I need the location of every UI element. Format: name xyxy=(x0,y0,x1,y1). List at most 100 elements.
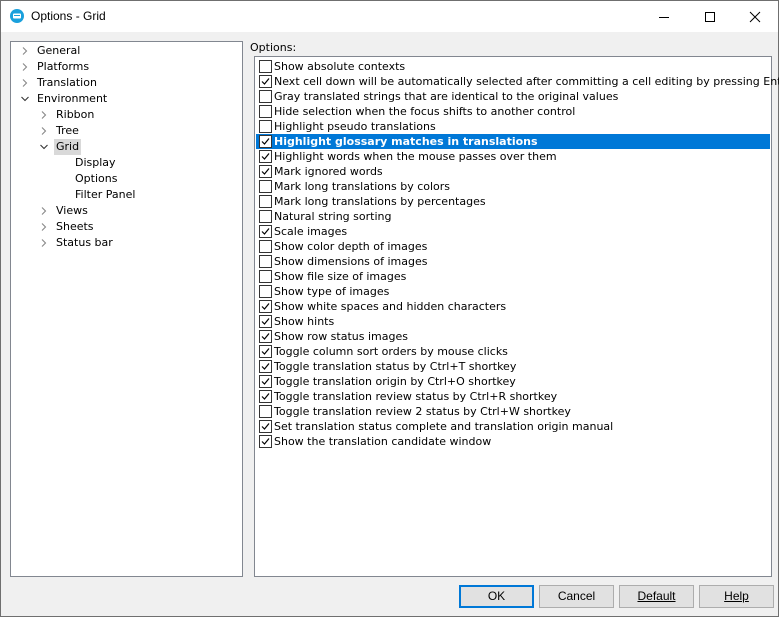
checkbox-checked[interactable] xyxy=(259,375,272,388)
option-row[interactable]: Show white spaces and hidden characters xyxy=(256,299,770,314)
help-button-label: Help xyxy=(724,589,749,603)
chevron-right-icon[interactable] xyxy=(40,223,48,231)
option-row[interactable]: Set translation status complete and tran… xyxy=(256,419,770,434)
checkbox-checked[interactable] xyxy=(259,390,272,403)
checkbox-unchecked[interactable] xyxy=(259,180,272,193)
checkbox-unchecked[interactable] xyxy=(259,210,272,223)
app-icon xyxy=(9,8,25,24)
checkbox-checked[interactable] xyxy=(259,75,272,88)
checkbox-checked[interactable] xyxy=(259,420,272,433)
option-row[interactable]: Toggle column sort orders by mouse click… xyxy=(256,344,770,359)
tree-item-label: Environment xyxy=(37,92,108,105)
option-row[interactable]: Mark ignored words xyxy=(256,164,770,179)
checkbox-unchecked[interactable] xyxy=(259,90,272,103)
option-label: Toggle column sort orders by mouse click… xyxy=(274,345,508,358)
checkbox-unchecked[interactable] xyxy=(259,120,272,133)
chevron-right-icon[interactable] xyxy=(21,79,29,87)
option-row[interactable]: Show row status images xyxy=(256,329,770,344)
option-label: Mark ignored words xyxy=(274,165,383,178)
option-label: Next cell down will be automatically sel… xyxy=(274,75,779,88)
option-row[interactable]: Toggle translation review 2 status by Ct… xyxy=(256,404,770,419)
option-row[interactable]: Show color depth of images xyxy=(256,239,770,254)
checkbox-unchecked[interactable] xyxy=(259,195,272,208)
option-label: Scale images xyxy=(274,225,348,238)
option-label: Set translation status complete and tran… xyxy=(274,420,614,433)
checkbox-unchecked[interactable] xyxy=(259,405,272,418)
minimize-button[interactable] xyxy=(641,1,687,32)
option-row[interactable]: Highlight words when the mouse passes ov… xyxy=(256,149,770,164)
checkmark-icon xyxy=(261,363,270,370)
ok-button[interactable]: OK xyxy=(459,585,534,608)
default-button[interactable]: Default xyxy=(619,585,694,608)
option-row[interactable]: Scale images xyxy=(256,224,770,239)
title-bar[interactable]: Options - Grid xyxy=(1,1,778,32)
option-row[interactable]: Hide selection when the focus shifts to … xyxy=(256,104,770,119)
option-label: Show hints xyxy=(274,315,335,328)
option-row[interactable]: Gray translated strings that are identic… xyxy=(256,89,770,104)
chevron-right-icon[interactable] xyxy=(21,47,29,55)
chevron-right-icon[interactable] xyxy=(21,63,29,71)
chevron-down-icon[interactable] xyxy=(21,95,29,103)
options-dialog: Options - Grid General Platforms Translati… xyxy=(0,0,779,617)
checkmark-icon xyxy=(261,438,270,445)
help-button[interactable]: Help xyxy=(699,585,774,608)
close-button[interactable] xyxy=(732,1,778,32)
option-label: Gray translated strings that are identic… xyxy=(274,90,619,103)
option-label: Highlight pseudo translations xyxy=(274,120,436,133)
option-row[interactable]: Toggle translation origin by Ctrl+O shor… xyxy=(256,374,770,389)
chevron-right-icon[interactable] xyxy=(40,207,48,215)
option-row[interactable]: Show file size of images xyxy=(256,269,770,284)
option-row[interactable]: Mark long translations by percentages xyxy=(256,194,770,209)
checkmark-icon xyxy=(261,168,270,175)
option-row[interactable]: Highlight glossary matches in translatio… xyxy=(256,134,770,149)
option-row[interactable]: Show absolute contexts xyxy=(256,59,770,74)
checkbox-checked[interactable] xyxy=(259,330,272,343)
checkmark-icon xyxy=(261,78,270,85)
checkmark-icon xyxy=(261,393,270,400)
option-row[interactable]: Highlight pseudo translations xyxy=(256,119,770,134)
chevron-down-icon[interactable] xyxy=(40,143,48,151)
options-checklist[interactable]: Show absolute contexts Next cell down wil… xyxy=(254,56,779,577)
checkbox-unchecked[interactable] xyxy=(259,60,272,73)
checkbox-unchecked[interactable] xyxy=(259,270,272,283)
option-row[interactable]: Show the translation candidate window xyxy=(256,434,770,449)
cancel-button[interactable]: Cancel xyxy=(539,585,614,608)
option-row[interactable]: Mark long translations by colors xyxy=(256,179,770,194)
option-row[interactable]: Show dimensions of images xyxy=(256,254,770,269)
checkbox-checked[interactable] xyxy=(259,435,272,448)
checkbox-checked[interactable] xyxy=(259,135,272,148)
option-row[interactable]: Toggle translation status by Ctrl+T shor… xyxy=(256,359,770,374)
checkbox-checked[interactable] xyxy=(259,345,272,358)
option-label: Toggle translation review status by Ctrl… xyxy=(274,390,558,403)
checkbox-unchecked[interactable] xyxy=(259,105,272,118)
option-row[interactable]: Toggle translation review status by Ctrl… xyxy=(256,389,770,404)
maximize-button[interactable] xyxy=(687,1,733,32)
checkbox-unchecked[interactable] xyxy=(259,255,272,268)
tree-item-label: Translation xyxy=(37,76,97,89)
chevron-right-icon[interactable] xyxy=(40,127,48,135)
checkbox-checked[interactable] xyxy=(259,165,272,178)
option-label: Toggle translation status by Ctrl+T shor… xyxy=(274,360,517,373)
checkbox-checked[interactable] xyxy=(259,315,272,328)
checkbox-checked[interactable] xyxy=(259,300,272,313)
chevron-right-icon[interactable] xyxy=(40,111,48,119)
option-label: Toggle translation review 2 status by Ct… xyxy=(274,405,571,418)
cancel-button-label: Cancel xyxy=(557,589,596,603)
checkbox-checked[interactable] xyxy=(259,360,272,373)
option-label: Show row status images xyxy=(274,330,408,343)
checkbox-checked[interactable] xyxy=(259,225,272,238)
option-row[interactable]: Natural string sorting xyxy=(256,209,770,224)
tree-item-label: Display xyxy=(75,156,116,169)
checkbox-unchecked[interactable] xyxy=(259,285,272,298)
checkbox-unchecked[interactable] xyxy=(259,240,272,253)
checkmark-icon xyxy=(261,138,270,145)
option-row[interactable]: Show type of images xyxy=(256,284,770,299)
minimize-icon xyxy=(659,17,669,18)
option-row[interactable]: Show hints xyxy=(256,314,770,329)
checkbox-checked[interactable] xyxy=(259,150,272,163)
option-label: Natural string sorting xyxy=(274,210,392,223)
chevron-right-icon[interactable] xyxy=(40,239,48,247)
checkmark-icon xyxy=(261,378,270,385)
options-tree[interactable]: General Platforms Translation Environment Ri… xyxy=(10,41,243,577)
option-row[interactable]: Next cell down will be automatically sel… xyxy=(256,74,779,89)
